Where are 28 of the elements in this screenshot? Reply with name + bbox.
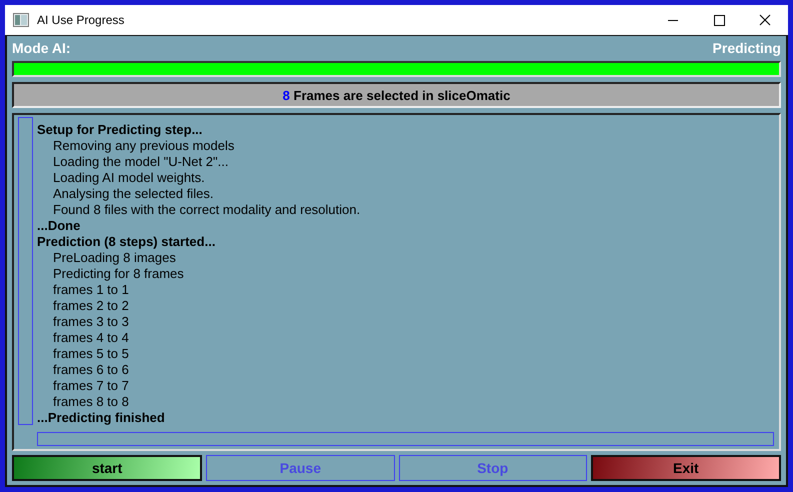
action-button[interactable]: start — [12, 455, 202, 481]
vertical-scrollbar[interactable] — [18, 117, 33, 425]
mode-label: Mode AI: — [12, 40, 71, 56]
log-line: Setup for Predicting step... — [37, 122, 204, 138]
log-line: frames 7 to 7 — [52, 378, 130, 394]
log-line: ...Predicting finished — [37, 410, 166, 426]
log-line: Prediction (8 steps) started... — [37, 234, 216, 250]
log-line: ...Done — [37, 218, 82, 234]
selection-message: 8 Frames are selected in sliceOmatic — [282, 88, 510, 102]
log-line: frames 2 to 2 — [52, 298, 130, 314]
log-line: frames 5 to 5 — [52, 346, 130, 362]
log-line: Predicting for 8 frames — [52, 266, 185, 282]
action-button[interactable]: Exit — [590, 455, 781, 481]
horizontal-scrollbar[interactable] — [37, 432, 774, 446]
window-title: AI Use Progress — [37, 13, 126, 27]
log-line: frames 8 to 8 — [52, 394, 130, 410]
log-line: PreLoading 8 images — [52, 250, 177, 266]
log-line: frames 3 to 3 — [52, 314, 130, 330]
log-line: frames 1 to 1 — [52, 282, 130, 298]
log-line: Loading AI model weights. — [52, 170, 206, 186]
mode-value: Predicting — [712, 40, 781, 56]
log-line: Removing any previous models — [52, 138, 236, 154]
window-icon — [13, 13, 29, 27]
log-line: frames 6 to 6 — [52, 362, 130, 378]
log-line: Found 8 files with the correct modality and resolution. — [52, 202, 362, 218]
log-line: Analysing the selected files. — [52, 186, 214, 202]
log-line: Loading the model "U-Net 2"... — [52, 154, 230, 170]
log-line: frames 4 to 4 — [52, 330, 130, 346]
